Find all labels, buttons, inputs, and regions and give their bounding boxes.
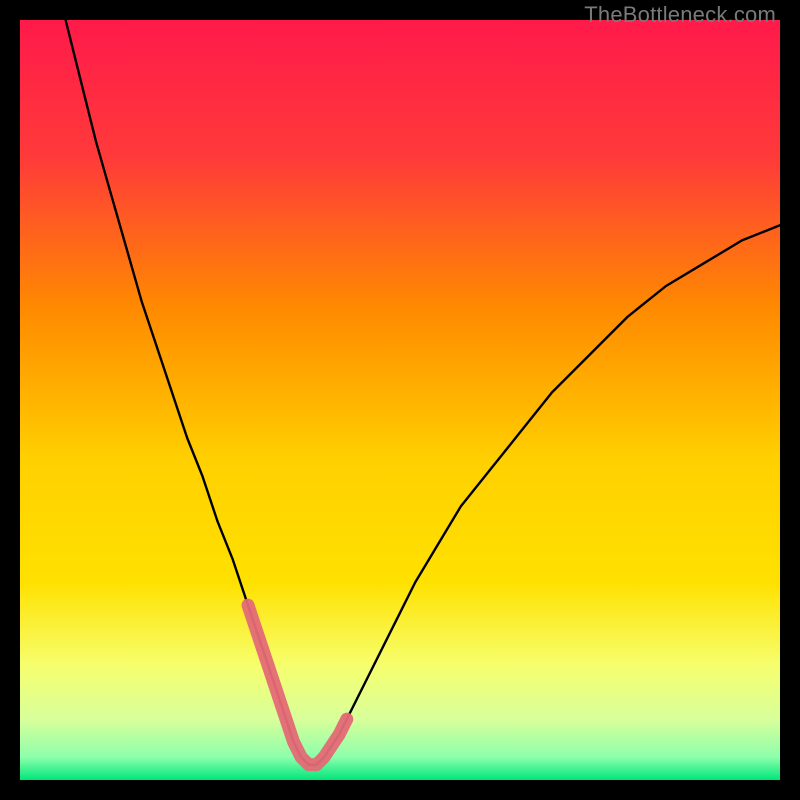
bottleneck-chart — [20, 20, 780, 780]
chart-frame — [20, 20, 780, 780]
gradient-background — [20, 20, 780, 780]
watermark-text: TheBottleneck.com — [584, 2, 776, 28]
